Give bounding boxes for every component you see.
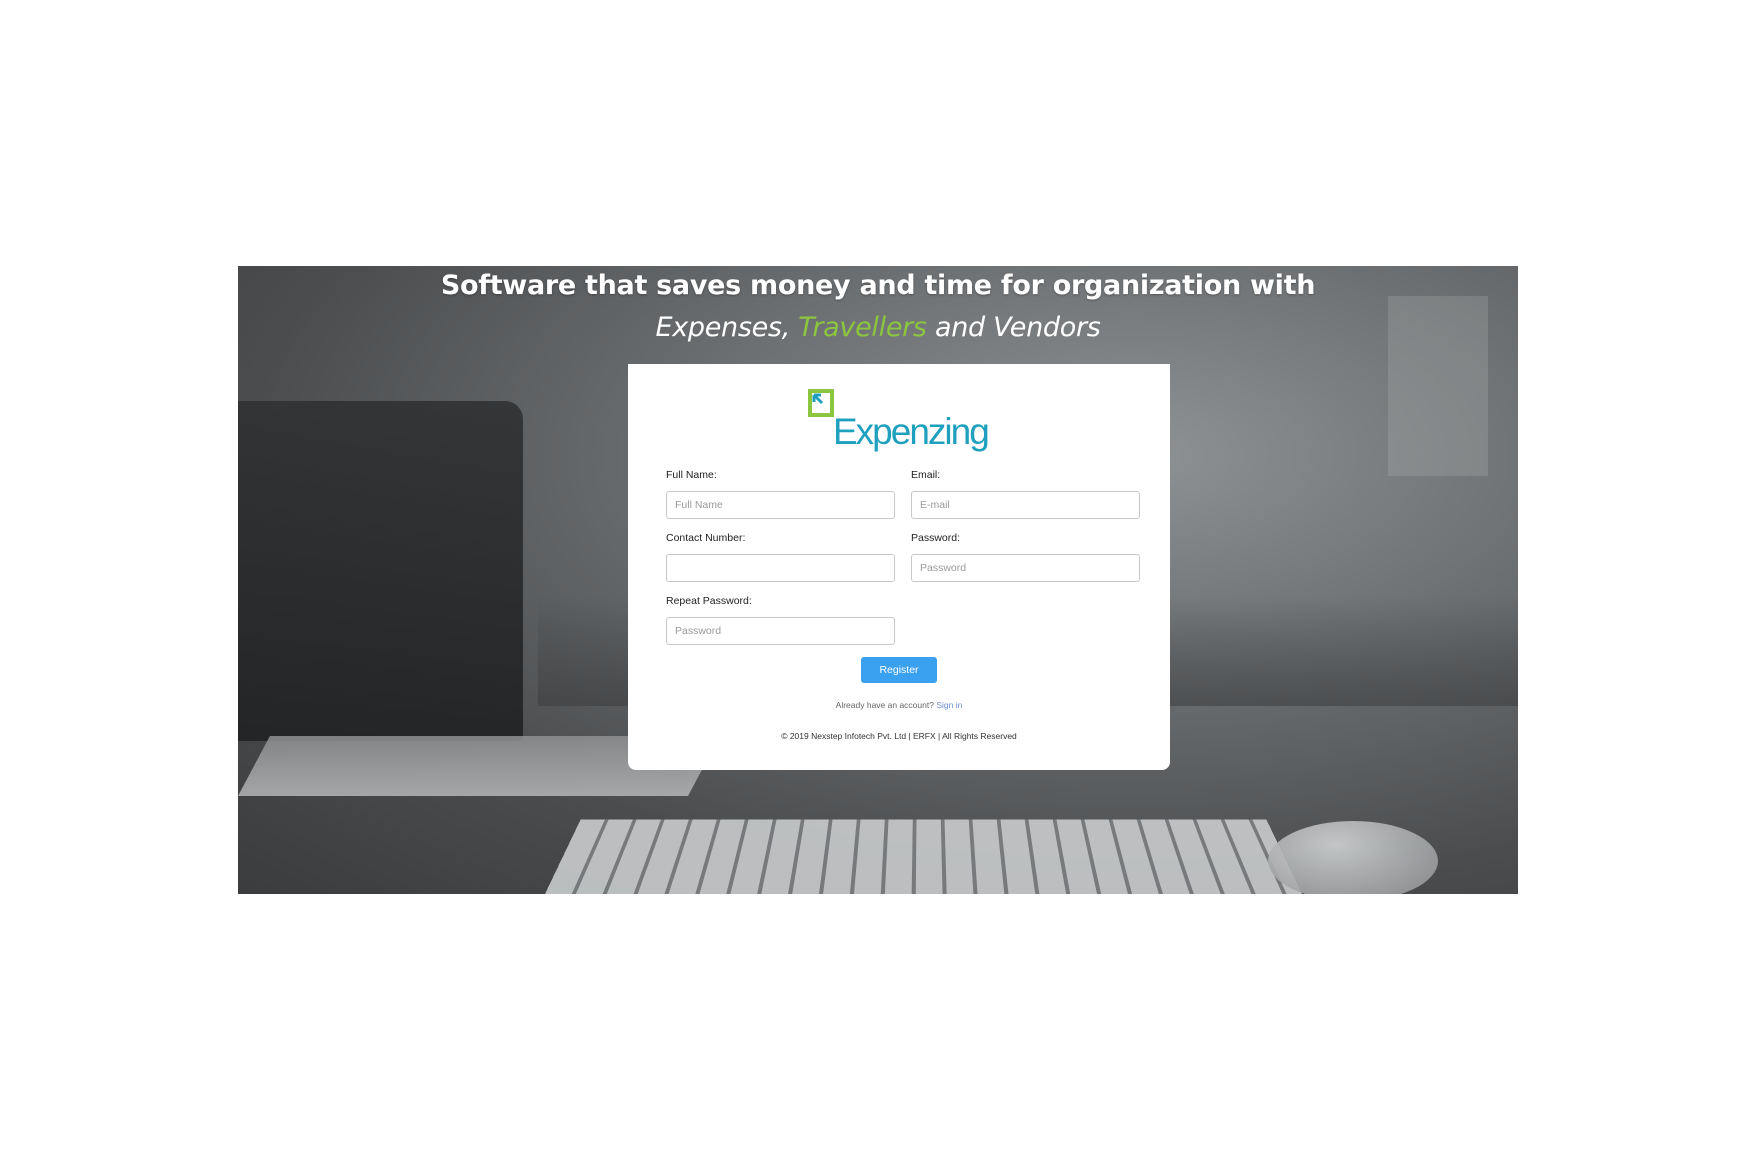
hero-subline-part2: and Vendors	[935, 312, 1101, 343]
background-mouse	[1268, 821, 1438, 894]
full-name-label: Full Name:	[666, 469, 717, 481]
logo-text: Expenzing	[833, 411, 990, 452]
hero-subline-highlight: Travellers	[798, 312, 927, 343]
sign-in-link[interactable]: Sign in	[936, 700, 962, 710]
background-laptop-screen	[238, 401, 523, 741]
repeat-password-input[interactable]	[666, 617, 895, 645]
hero-subline-part1: Expenses,	[655, 312, 790, 343]
register-card: Expenzing Full Name: Email: Contact Numb…	[628, 364, 1170, 770]
hero-subline: Expenses, Travellers and Vendors	[238, 312, 1518, 343]
hero-section: Software that saves money and time for o…	[238, 266, 1518, 894]
email-input[interactable]	[911, 491, 1140, 519]
logo-mark-icon	[808, 389, 834, 417]
hero-headline: Software that saves money and time for o…	[440, 270, 1316, 301]
full-name-input[interactable]	[666, 491, 895, 519]
signin-line: Already have an account? Sign in	[628, 700, 1170, 710]
contact-number-input[interactable]	[666, 554, 895, 582]
already-have-account-text: Already have an account?	[835, 700, 934, 710]
copyright-text: © 2019 Nexstep Infotech Pvt. Ltd | ERFX …	[781, 731, 1017, 741]
repeat-password-label: Repeat Password:	[666, 595, 752, 607]
expenzing-logo: Expenzing	[808, 389, 990, 459]
password-input[interactable]	[911, 554, 1140, 582]
contact-number-label: Contact Number:	[666, 532, 746, 544]
background-keyboard	[527, 819, 1320, 894]
password-label: Password:	[911, 532, 961, 544]
email-label: Email:	[911, 469, 941, 481]
register-button[interactable]: Register	[861, 657, 937, 683]
